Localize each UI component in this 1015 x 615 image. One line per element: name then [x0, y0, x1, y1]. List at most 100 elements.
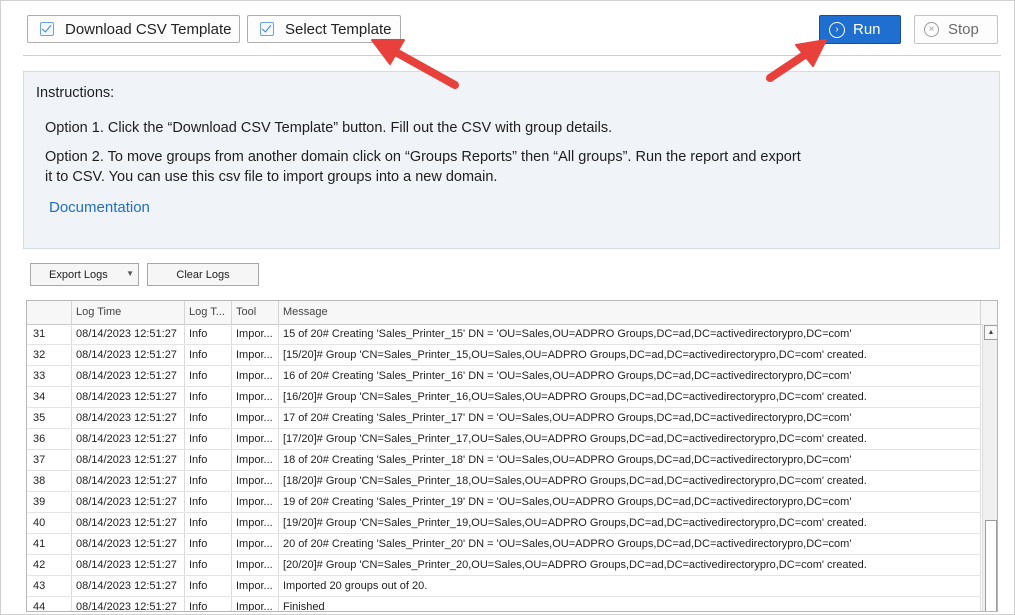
row-tool: Impor...: [232, 387, 279, 407]
download-csv-template-button[interactable]: Download CSV Template: [27, 15, 240, 43]
row-tool: Impor...: [232, 513, 279, 533]
row-message: Finished: [279, 597, 981, 611]
instructions-option-2: Option 2. To move groups from another do…: [45, 149, 801, 185]
instructions-title: Instructions:: [36, 85, 115, 101]
table-row[interactable]: 31 08/14/2023 12:51:27 Info Impor... 15 of 2…: [27, 324, 981, 345]
table-row[interactable]: 44 08/14/2023 12:51:27 Info Impor... Finishe…: [27, 597, 981, 611]
row-tool: Impor...: [232, 597, 279, 611]
toolbar-divider: [23, 55, 1001, 56]
download-csv-template-label: Download CSV Template: [65, 20, 232, 38]
row-log-type: Info: [185, 471, 232, 491]
row-message: 16 of 20# Creating 'Sales_Printer_16' DN…: [279, 366, 981, 386]
column-header-index[interactable]: [27, 301, 72, 324]
row-log-time: 08/14/2023 12:51:27: [72, 576, 185, 596]
select-template-button[interactable]: Select Template: [247, 15, 401, 43]
row-tool: Impor...: [232, 534, 279, 554]
column-header-log-type[interactable]: Log T...: [185, 301, 232, 324]
clear-logs-label: Clear Logs: [176, 268, 230, 281]
stop-label: Stop: [948, 21, 979, 38]
table-row[interactable]: 33 08/14/2023 12:51:27 Info Impor... 16 of 2…: [27, 366, 981, 387]
row-log-type: Info: [185, 450, 232, 470]
table-row[interactable]: 40 08/14/2023 12:51:27 Info Impor... [19/20]…: [27, 513, 981, 534]
row-index: 39: [27, 492, 72, 512]
chevron-down-icon[interactable]: ▼: [126, 269, 134, 278]
row-index: 43: [27, 576, 72, 596]
row-log-time: 08/14/2023 12:51:27: [72, 429, 185, 449]
row-message: [18/20]# Group 'CN=Sales_Printer_18,OU=S…: [279, 471, 981, 491]
row-log-type: Info: [185, 324, 232, 344]
log-grid[interactable]: Log Time Log T... Tool Message 31 08/14/2…: [26, 300, 998, 612]
row-message: Imported 20 groups out of 20.: [279, 576, 981, 596]
row-index: 32: [27, 345, 72, 365]
column-header-log-time[interactable]: Log Time: [72, 301, 185, 324]
table-row[interactable]: 37 08/14/2023 12:51:27 Info Impor... 18 of 2…: [27, 450, 981, 471]
scroll-up-arrow-icon[interactable]: ▲: [984, 325, 997, 340]
documentation-link[interactable]: Documentation: [49, 199, 150, 216]
row-log-type: Info: [185, 345, 232, 365]
row-message: 20 of 20# Creating 'Sales_Printer_20' DN…: [279, 534, 981, 554]
clear-logs-button[interactable]: Clear Logs: [147, 263, 259, 286]
row-message: 19 of 20# Creating 'Sales_Printer_19' DN…: [279, 492, 981, 512]
instructions-option-1: Option 1. Click the “Download CSV Templa…: [45, 120, 613, 136]
row-index: 40: [27, 513, 72, 533]
row-log-time: 08/14/2023 12:51:27: [72, 471, 185, 491]
play-circle-icon: ›: [829, 21, 845, 38]
row-index: 36: [27, 429, 72, 449]
export-logs-label: Export Logs: [49, 268, 108, 281]
scrollbar-thumb[interactable]: [985, 520, 997, 611]
log-rows: 31 08/14/2023 12:51:27 Info Impor... 15 of 2…: [27, 324, 981, 611]
row-message: [17/20]# Group 'CN=Sales_Printer_17,OU=S…: [279, 429, 981, 449]
table-row[interactable]: 39 08/14/2023 12:51:27 Info Impor... 19 of 2…: [27, 492, 981, 513]
row-log-type: Info: [185, 387, 232, 407]
log-grid-header: Log Time Log T... Tool Message: [27, 301, 997, 325]
run-button[interactable]: › Run: [819, 15, 901, 44]
row-index: 34: [27, 387, 72, 407]
row-log-time: 08/14/2023 12:51:27: [72, 366, 185, 386]
row-log-type: Info: [185, 408, 232, 428]
column-header-message[interactable]: Message: [279, 301, 981, 324]
row-message: 15 of 20# Creating 'Sales_Printer_15' DN…: [279, 324, 981, 344]
stop-button[interactable]: × Stop: [914, 15, 998, 44]
table-row[interactable]: 41 08/14/2023 12:51:27 Info Impor... 20 of 2…: [27, 534, 981, 555]
table-row[interactable]: 38 08/14/2023 12:51:27 Info Impor... [18/20]…: [27, 471, 981, 492]
row-index: 44: [27, 597, 72, 611]
row-index: 35: [27, 408, 72, 428]
row-log-time: 08/14/2023 12:51:27: [72, 387, 185, 407]
table-row[interactable]: 32 08/14/2023 12:51:27 Info Impor... [15/20]…: [27, 345, 981, 366]
vertical-scrollbar[interactable]: ▲: [982, 324, 997, 611]
row-message: [15/20]# Group 'CN=Sales_Printer_15,OU=S…: [279, 345, 981, 365]
table-row[interactable]: 34 08/14/2023 12:51:27 Info Impor... [16/20]…: [27, 387, 981, 408]
row-index: 41: [27, 534, 72, 554]
check-icon: [260, 22, 274, 36]
row-log-time: 08/14/2023 12:51:27: [72, 597, 185, 611]
row-log-type: Info: [185, 576, 232, 596]
row-log-type: Info: [185, 534, 232, 554]
row-index: 37: [27, 450, 72, 470]
row-log-type: Info: [185, 366, 232, 386]
row-log-time: 08/14/2023 12:51:27: [72, 408, 185, 428]
select-template-label: Select Template: [285, 20, 392, 38]
table-row[interactable]: 42 08/14/2023 12:51:27 Info Impor... [20/20]…: [27, 555, 981, 576]
row-tool: Impor...: [232, 471, 279, 491]
row-log-time: 08/14/2023 12:51:27: [72, 345, 185, 365]
row-tool: Impor...: [232, 450, 279, 470]
row-log-type: Info: [185, 429, 232, 449]
row-index: 31: [27, 324, 72, 344]
table-row[interactable]: 35 08/14/2023 12:51:27 Info Impor... 17 of 2…: [27, 408, 981, 429]
row-message: [19/20]# Group 'CN=Sales_Printer_19,OU=S…: [279, 513, 981, 533]
table-row[interactable]: 43 08/14/2023 12:51:27 Info Impor... Importe…: [27, 576, 981, 597]
row-tool: Impor...: [232, 408, 279, 428]
row-message: [20/20]# Group 'CN=Sales_Printer_20,OU=S…: [279, 555, 981, 575]
row-log-time: 08/14/2023 12:51:27: [72, 492, 185, 512]
table-row[interactable]: 36 08/14/2023 12:51:27 Info Impor... [17/20]…: [27, 429, 981, 450]
row-tool: Impor...: [232, 345, 279, 365]
row-tool: Impor...: [232, 555, 279, 575]
row-log-type: Info: [185, 492, 232, 512]
check-icon: [40, 22, 54, 36]
row-log-time: 08/14/2023 12:51:27: [72, 555, 185, 575]
export-logs-button[interactable]: Export Logs ▼: [30, 263, 139, 286]
close-circle-icon: ×: [924, 22, 939, 37]
row-index: 42: [27, 555, 72, 575]
column-header-tool[interactable]: Tool: [232, 301, 279, 324]
row-message: 17 of 20# Creating 'Sales_Printer_17' DN…: [279, 408, 981, 428]
